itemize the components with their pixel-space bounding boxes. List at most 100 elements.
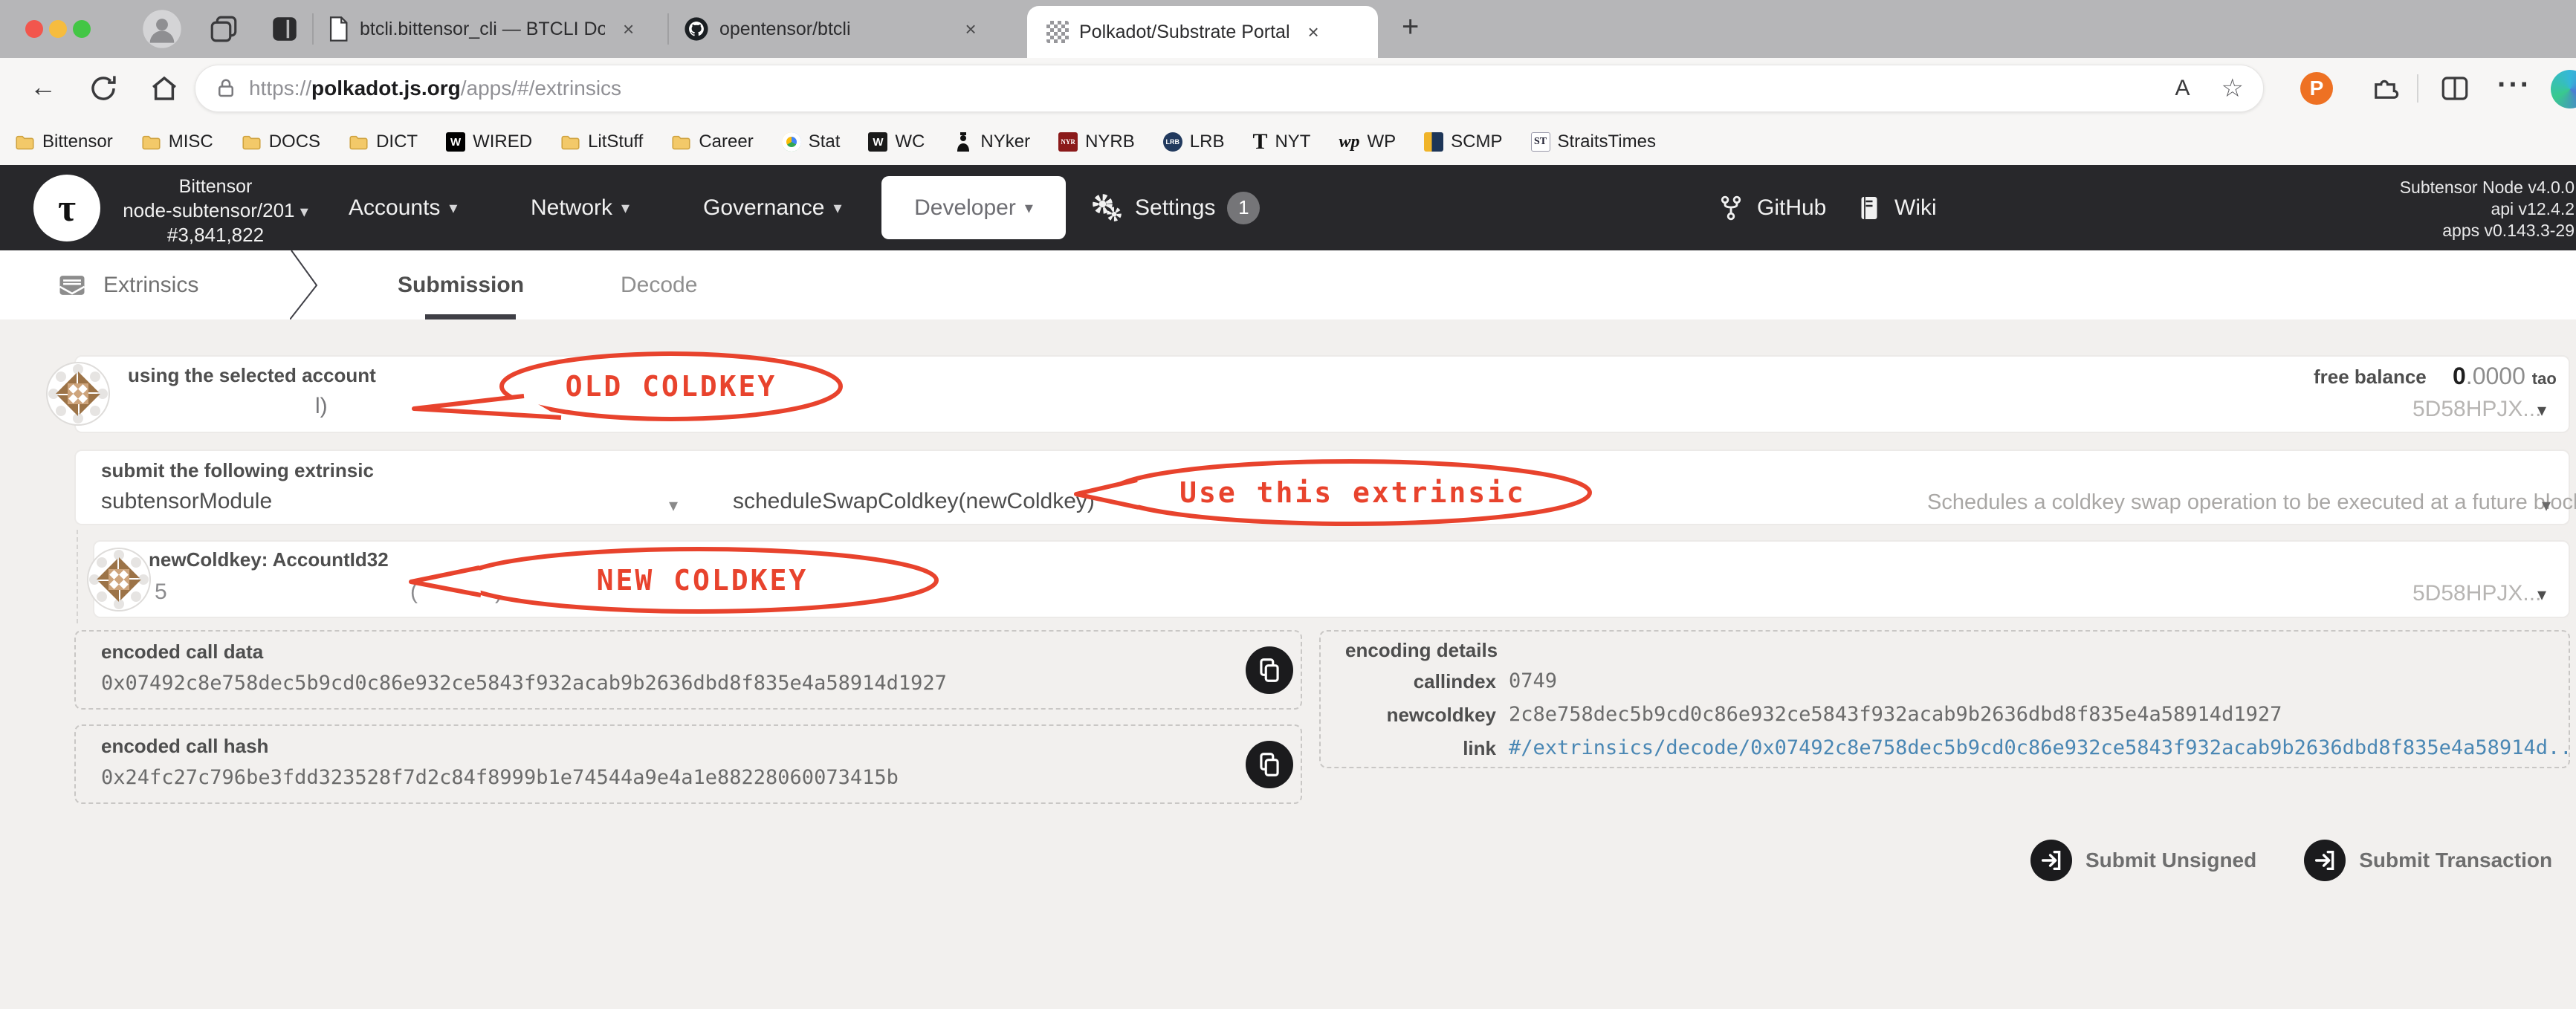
breadcrumb-chevron	[290, 250, 318, 319]
bookmark-wc[interactable]: W WC	[868, 132, 925, 152]
stat-icon	[781, 132, 801, 152]
account-dropdown-caret[interactable]: ▾	[2537, 400, 2546, 421]
annotation-use-extrinsic: Use this extrinsic	[1074, 459, 1592, 526]
block-number: #3,841,822	[166, 223, 265, 246]
bookmark-docs[interactable]: DOCS	[242, 132, 320, 152]
url-text: https://polkadot.js.org/apps/#/extrinsic…	[249, 77, 622, 100]
sidebar-toggle-icon[interactable]	[269, 13, 300, 45]
tab-decode[interactable]: Decode	[621, 250, 697, 319]
nav-network[interactable]: Network ▾	[531, 165, 630, 250]
method-select[interactable]: scheduleSwapColdkey(newColdkey)	[733, 489, 1095, 514]
more-options-icon[interactable]: ···	[2497, 68, 2531, 102]
tab-btcli-docs[interactable]: btcli.bittensor_cli — BTCLI Docs ×	[327, 0, 661, 58]
signin-icon	[2030, 840, 2072, 881]
newcoldkey-value-prefix[interactable]: 5	[155, 580, 167, 605]
newcoldkey-detail-value: 2c8e758dec5b9cd0c86e932ce5843f932acab9b2…	[1509, 703, 2282, 726]
bookmark-misc[interactable]: MISC	[141, 132, 213, 152]
copy-call-data-button[interactable]	[1246, 646, 1293, 694]
nav-settings[interactable]: Settings 1	[1090, 165, 1261, 250]
chain-name: Bittensor	[178, 176, 253, 197]
split-screen-icon[interactable]	[2439, 73, 2470, 104]
newyorker-icon	[953, 132, 973, 152]
extension-p-icon[interactable]: P	[2300, 72, 2333, 105]
module-select[interactable]: subtensorModule	[101, 489, 272, 514]
annotation-new-coldkey: NEW COLDKEY	[409, 547, 939, 614]
tab-title: btcli.bittensor_cli — BTCLI Docs	[360, 18, 605, 39]
copilot-icon[interactable]	[2551, 70, 2576, 108]
address-bar[interactable]: https://polkadot.js.org/apps/#/extrinsic…	[195, 65, 2264, 112]
new-tab-button[interactable]: +	[1402, 10, 1419, 44]
gear-icon	[1093, 193, 1122, 221]
nav-governance[interactable]: Governance ▾	[703, 165, 841, 250]
submit-unsigned-button[interactable]: Submit Unsigned	[2030, 840, 2256, 881]
bookmark-wp[interactable]: wp WP	[1339, 132, 1396, 152]
bookmark-nyt[interactable]: T NYT	[1252, 129, 1310, 155]
bookmark-scmp[interactable]: SCMP	[1424, 132, 1503, 152]
newcoldkey-identicon[interactable]	[86, 547, 152, 612]
tab-groups-icon[interactable]	[208, 13, 239, 45]
account-identicon[interactable]	[45, 361, 111, 426]
back-icon[interactable]: ←	[30, 71, 56, 103]
account-name-redacted[interactable]: l)	[315, 394, 328, 419]
minimize-window-button[interactable]	[49, 20, 67, 38]
bookmark-bittensor[interactable]: Bittensor	[15, 132, 113, 152]
caret-down-icon: ▾	[621, 198, 630, 217]
bookmark-litstuff[interactable]: LitStuff	[560, 132, 643, 152]
bookmark-nyrb[interactable]: NYR NYRB	[1058, 132, 1135, 152]
close-tab-icon[interactable]: ×	[1308, 21, 1319, 44]
bookmark-lrb[interactable]: LRB LRB	[1162, 132, 1224, 152]
nav-accounts[interactable]: Accounts ▾	[349, 165, 457, 250]
home-icon[interactable]	[149, 73, 180, 104]
close-window-button[interactable]	[25, 20, 43, 38]
close-tab-icon[interactable]: ×	[623, 18, 634, 41]
chain-info[interactable]: Bittensor node-subtensor/201 ▾ #3,841,82…	[111, 175, 320, 247]
account-label: using the selected account	[128, 364, 376, 386]
wc-icon: W	[868, 132, 888, 152]
profile-avatar[interactable]	[141, 8, 183, 50]
bookmark-career[interactable]: Career	[671, 132, 754, 152]
method-caret[interactable]: ▾	[2542, 495, 2551, 516]
node-name: node-subtensor/201 ▾	[123, 199, 308, 222]
tab-title: Polkadot/Substrate Portal	[1079, 21, 1290, 42]
tab-divider	[312, 13, 314, 45]
folder-icon	[141, 132, 161, 152]
nav-developer[interactable]: Developer ▾	[881, 176, 1066, 239]
submit-actions: Submit Unsigned Submit Transaction	[2030, 840, 2552, 881]
close-tab-icon[interactable]: ×	[965, 18, 977, 41]
document-icon	[329, 16, 348, 42]
maximize-window-button[interactable]	[73, 20, 91, 38]
reader-icon[interactable]: A	[2175, 76, 2190, 101]
tab-github-btcli[interactable]: opentensor/btcli ×	[684, 0, 1018, 58]
favorite-star-icon[interactable]: ☆	[2221, 74, 2244, 103]
tab-submission[interactable]: Submission	[398, 250, 524, 319]
copy-call-hash-button[interactable]	[1246, 741, 1293, 788]
extensions-puzzle-icon[interactable]	[2369, 73, 2401, 104]
fork-icon	[1721, 195, 1741, 220]
call-hash-value: 0x24fc27c796be3fdd323528f7d2c84f8999b1e7…	[101, 766, 899, 789]
browser-window: btcli.bittensor_cli — BTCLI Docs × opent…	[0, 0, 2576, 1009]
module-caret[interactable]: ▾	[669, 495, 678, 516]
newcoldkey-dropdown-caret[interactable]: ▾	[2537, 584, 2546, 606]
bookmark-straitstimes[interactable]: ST StraitsTimes	[1530, 132, 1656, 152]
bookmark-nyker[interactable]: NYker	[953, 132, 1030, 152]
call-data-value: 0x07492c8e758dec5b9cd0c86e932ce5843f932a…	[101, 672, 947, 695]
folder-icon	[349, 132, 369, 152]
tab-polkadot-portal[interactable]: Polkadot/Substrate Portal ×	[1027, 6, 1378, 58]
bittensor-logo[interactable]: τ	[33, 175, 100, 241]
bookmark-stat[interactable]: Stat	[781, 132, 840, 152]
free-balance-label: free balance	[2314, 366, 2427, 388]
lock-icon	[219, 79, 233, 97]
section-title: Extrinsics	[56, 250, 198, 319]
browser-toolbar: ← https://polkadot.js.org/apps/#/extrins…	[0, 58, 2576, 119]
free-balance-value: 0.0000 tao	[2453, 363, 2557, 389]
reload-icon[interactable]	[88, 73, 119, 104]
submit-transaction-button[interactable]: Submit Transaction	[2304, 840, 2552, 881]
polkadot-app-icon	[1046, 21, 1069, 43]
bookmark-wired[interactable]: W WIRED	[446, 132, 532, 152]
github-link[interactable]: GitHub	[1717, 165, 1826, 250]
decode-link[interactable]: #/extrinsics/decode/0x07492c8e758dec5b9c…	[1509, 736, 2576, 759]
folder-icon	[242, 132, 262, 152]
wiki-link[interactable]: Wiki	[1856, 165, 1937, 250]
titlebar: btcli.bittensor_cli — BTCLI Docs × opent…	[0, 0, 2576, 58]
bookmark-dict[interactable]: DICT	[349, 132, 418, 152]
